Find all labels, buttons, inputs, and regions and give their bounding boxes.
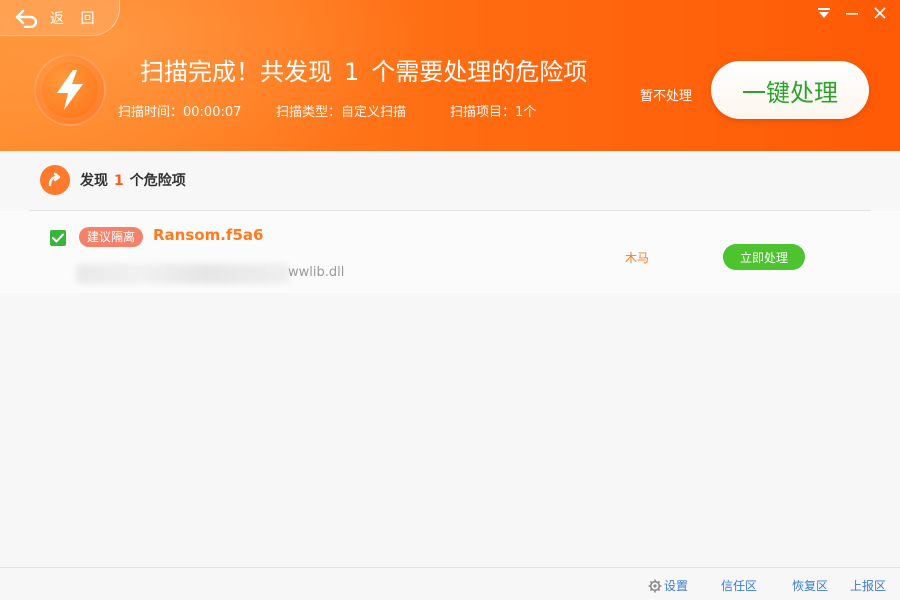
threat-type: 木马 <box>625 251 650 265</box>
lightning-badge <box>34 54 106 126</box>
minimize-icon <box>846 13 858 15</box>
back-arrow-icon <box>15 9 38 28</box>
header-banner: 返 回 扫描完成！共发现 1 个需要处理的危险项 扫描时间：00:00:07 扫… <box>0 0 900 151</box>
section-prefix: 发现 <box>80 173 108 189</box>
checkmark-icon <box>52 233 64 243</box>
footer-divider <box>0 567 900 568</box>
process-now-button[interactable]: 立即处理 <box>723 244 805 270</box>
threat-checkbox[interactable] <box>50 230 66 246</box>
section-count: 1 <box>114 173 124 189</box>
close-button[interactable] <box>870 4 890 22</box>
close-icon <box>874 7 886 19</box>
arrow-circle-icon <box>40 165 70 195</box>
danger-count-text: 发现 1 个危险项 <box>80 170 186 190</box>
scan-type: 扫描类型：自定义扫描 <box>276 105 407 120</box>
section-suffix: 个危险项 <box>129 173 186 189</box>
threat-name: Ransom.f5a6 <box>153 226 264 244</box>
menu-dropdown-icon <box>818 8 830 18</box>
back-button[interactable]: 返 回 <box>0 0 120 36</box>
settings-link[interactable]: 设置 <box>648 577 688 594</box>
back-label: 返 回 <box>50 10 101 27</box>
title-suffix: 个需要处理的危险项 <box>371 58 588 86</box>
minimize-button[interactable] <box>842 4 862 22</box>
skip-processing-link[interactable]: 暂不处理 <box>640 85 692 104</box>
settings-label: 设置 <box>664 579 689 593</box>
trust-zone-link[interactable]: 信任区 <box>721 577 757 594</box>
danger-section-header: 发现 1 个危险项 <box>40 165 186 195</box>
one-key-process-button[interactable]: 一键处理 <box>711 61 869 119</box>
quarantine-badge: 建议隔离 <box>79 227 144 247</box>
report-zone-link[interactable]: 上报区 <box>850 577 886 594</box>
gear-icon <box>648 579 662 592</box>
restore-zone-link[interactable]: 恢复区 <box>792 577 828 594</box>
menu-dropdown-button[interactable] <box>814 4 834 22</box>
scan-items: 扫描项目：1个 <box>450 105 537 120</box>
title-prefix: 扫描完成！共发现 <box>140 58 332 86</box>
blurred-file-path <box>76 264 290 284</box>
file-path: wwlib.dll <box>288 265 345 280</box>
lightning-icon <box>57 70 83 110</box>
scan-result-title: 扫描完成！共发现 1 个需要处理的危险项 <box>140 52 587 87</box>
scan-time: 扫描时间：00:00:07 <box>118 105 242 120</box>
title-count: 1 <box>344 58 360 86</box>
window-controls <box>814 4 890 22</box>
